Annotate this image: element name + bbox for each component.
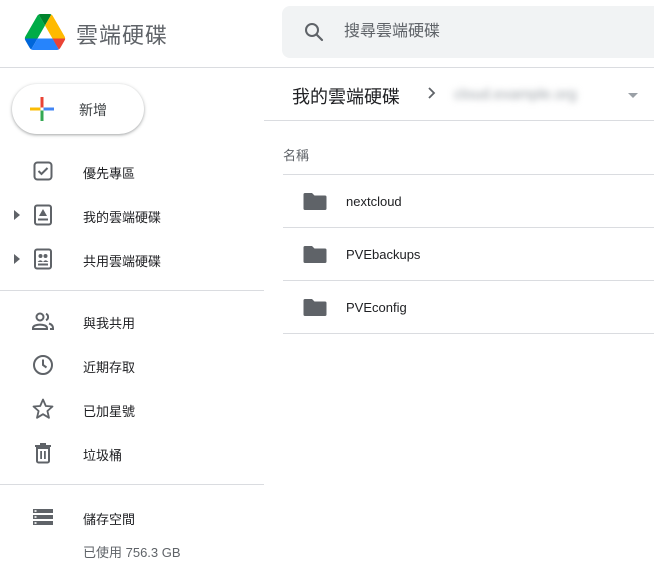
file-list: nextcloud PVEbackups PVEconfig [283,174,654,334]
chevron-right-icon [428,87,436,99]
people-icon [32,312,54,330]
plus-icon [30,97,54,121]
clock-icon [33,355,53,375]
file-name: nextcloud [346,194,402,209]
breadcrumb-root[interactable]: 我的雲端硬碟 [292,83,400,109]
sidebar-item-trash[interactable]: 垃圾桶 [0,435,264,471]
trash-icon [35,443,51,464]
google-drive-logo[interactable] [24,14,66,50]
top-bar: 雲端硬碟 [0,0,654,68]
sidebar-item-my-drive[interactable]: 我的雲端硬碟 [0,197,264,233]
sidebar-item-label: 垃圾桶 [83,448,123,463]
sidebar-item-label: 儲存空間 [83,512,136,527]
sidebar-item-shared-drives[interactable]: 共用雲端硬碟 [0,241,264,277]
folder-icon [303,193,327,210]
sidebar-divider [0,484,264,485]
sidebar-item-label: 優先專區 [83,166,136,181]
new-button-label: 新增 [79,102,107,118]
my-drive-icon [34,204,52,226]
sidebar-item-label: 共用雲端硬碟 [83,254,162,269]
sidebar-item-shared-with-me[interactable]: 與我共用 [0,303,264,339]
sidebar-item-starred[interactable]: 已加星號 [0,391,264,427]
sidebar-item-label: 與我共用 [83,316,136,331]
sidebar-item-recent[interactable]: 近期存取 [0,347,264,383]
folder-icon [303,299,327,316]
priority-checkbox-icon [33,161,53,181]
file-name: PVEbackups [346,247,421,262]
storage-used-text: 已使用 756.3 GB [83,545,181,560]
file-row[interactable]: PVEconfig [283,281,654,334]
expand-caret-icon[interactable] [14,254,20,264]
shared-drives-icon [34,248,52,270]
search-bar[interactable] [282,6,654,58]
sidebar-item-storage[interactable]: 儲存空間 [0,499,264,535]
search-input[interactable] [344,6,644,58]
app-title: 雲端硬碟 [76,23,169,48]
star-icon [32,398,54,419]
file-row[interactable]: nextcloud [283,175,654,228]
sidebar-divider [0,290,264,291]
breadcrumb: 我的雲端硬碟 cloud.example.org [264,69,654,121]
chevron-down-icon[interactable] [628,93,638,98]
file-name: PVEconfig [346,300,407,315]
expand-caret-icon[interactable] [14,210,20,220]
breadcrumb-current-folder[interactable]: cloud.example.org [454,86,577,103]
sidebar-item-label: 近期存取 [83,360,136,375]
file-row[interactable]: PVEbackups [283,228,654,281]
main-content: 我的雲端硬碟 cloud.example.org 名稱 nextcloud PV… [264,69,654,567]
sidebar-item-label: 已加星號 [83,404,136,419]
folder-icon [303,246,327,263]
sidebar-item-label: 我的雲端硬碟 [83,210,162,225]
new-button[interactable]: 新增 [12,84,144,134]
search-icon[interactable] [302,20,326,44]
storage-icon [33,509,53,525]
sidebar-item-priority[interactable]: 優先專區 [0,153,264,189]
sidebar: 新增 優先專區 我的雲端硬碟 共用雲端硬碟 與我共用 近期存取 已加星號 垃圾桶… [0,69,264,567]
column-header-name[interactable]: 名稱 [283,145,309,164]
